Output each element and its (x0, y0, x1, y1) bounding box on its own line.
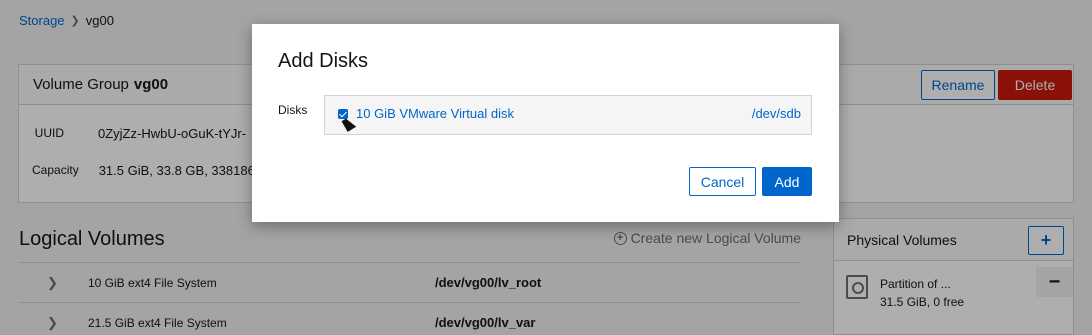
disks-label: Disks (278, 103, 308, 117)
disk-list: 10 GiB VMware Virtual disk /dev/sdb (324, 95, 812, 135)
cancel-button[interactable]: Cancel (689, 167, 756, 196)
disk-name[interactable]: 10 GiB VMware Virtual disk (356, 106, 514, 121)
add-disks-dialog: Add Disks Disks 10 GiB VMware Virtual di… (252, 24, 839, 222)
dialog-title: Add Disks (278, 50, 369, 72)
add-button[interactable]: Add (762, 167, 812, 196)
mouse-cursor-icon (341, 116, 357, 132)
disk-path: /dev/sdb (751, 106, 801, 121)
